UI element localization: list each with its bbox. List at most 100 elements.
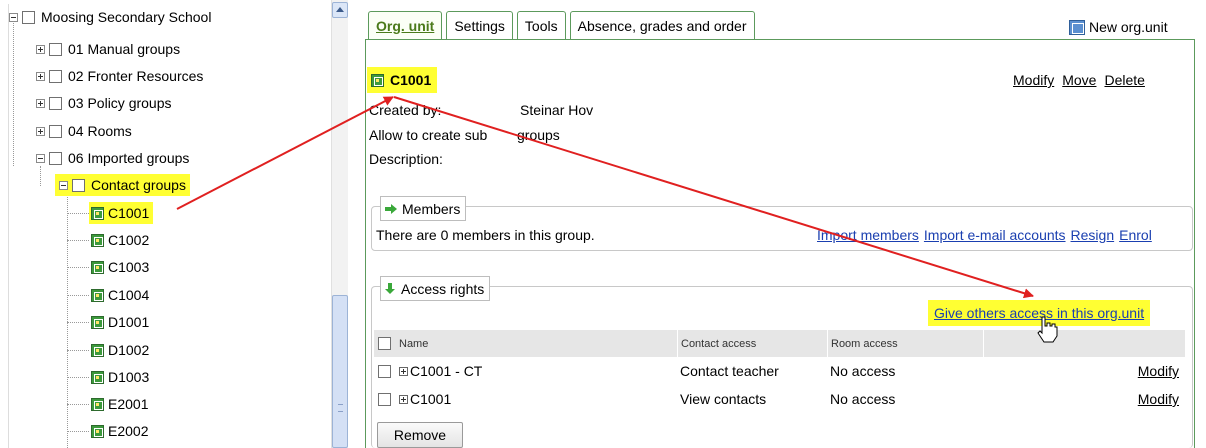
tree-item-contact-groups[interactable]: Contact groups	[55, 174, 190, 196]
collapse-icon[interactable]	[59, 180, 68, 190]
allow-sub-value: groups	[517, 127, 560, 143]
group-icon	[91, 260, 104, 274]
tree-checkbox[interactable]	[49, 42, 62, 56]
enrol-link[interactable]: Enrol	[1119, 227, 1152, 243]
room-access-cell: No access	[830, 363, 896, 379]
row-actions: Modify	[983, 357, 1185, 385]
group-icon	[91, 397, 104, 411]
group-icon	[91, 315, 104, 329]
tree-group-d1001[interactable]: D1001	[91, 311, 149, 333]
tree-item-label: Contact groups	[91, 177, 186, 193]
expand-icon[interactable]	[399, 394, 408, 404]
tree-checkbox[interactable]	[49, 124, 62, 138]
tree-item-folder-3[interactable]: 03 Policy groups	[36, 92, 172, 114]
tree-guide-line	[67, 350, 89, 351]
tree-checkbox[interactable]	[22, 10, 35, 24]
select-all-checkbox[interactable]	[378, 337, 391, 350]
tree-item-label: D1001	[108, 314, 150, 330]
row-modify-link[interactable]: Modify	[1138, 363, 1179, 379]
row-modify-link[interactable]: Modify	[1138, 391, 1179, 407]
expand-icon[interactable]	[36, 98, 45, 108]
import-members-link[interactable]: Import members	[817, 227, 919, 243]
tab-absence-grades-order[interactable]: Absence, grades and order	[569, 11, 755, 39]
row-name: C1001 - CT	[410, 363, 483, 379]
tree-guide-line	[67, 322, 89, 323]
org-tree: Moosing Secondary School 01 Manual group…	[8, 4, 353, 448]
tab-settings[interactable]: Settings	[446, 11, 513, 39]
tree-group-c1002[interactable]: C1002	[91, 229, 149, 251]
row-checkbox[interactable]	[378, 364, 391, 378]
move-link[interactable]: Move	[1062, 72, 1096, 88]
tree-root[interactable]: Moosing Secondary School	[9, 6, 211, 28]
tree-group-e2002[interactable]: E2002	[91, 420, 148, 442]
members-links: Import members Import e-mail accounts Re…	[817, 227, 1152, 243]
tree-guide-line	[67, 295, 89, 296]
tree-guide-line	[67, 377, 89, 378]
collapse-icon[interactable]	[36, 153, 45, 163]
tab-org-unit[interactable]: Org. unit	[368, 11, 443, 39]
row-checkbox[interactable]	[378, 392, 391, 406]
arrow-right-icon	[385, 203, 397, 214]
tree-checkbox[interactable]	[49, 96, 62, 110]
tree-item-label: 01 Manual groups	[68, 41, 181, 57]
tree-group-d1002[interactable]: D1002	[91, 339, 149, 361]
tree-root-label: Moosing Secondary School	[41, 9, 212, 25]
members-legend[interactable]: Members	[380, 196, 467, 221]
tree-item-label: 04 Rooms	[68, 123, 132, 139]
tree-item-label: C1003	[108, 259, 150, 275]
resign-link[interactable]: Resign	[1071, 227, 1115, 243]
contact-access-cell: Contact teacher	[680, 363, 779, 379]
tree-item-label: 03 Policy groups	[68, 95, 172, 111]
tree-checkbox[interactable]	[49, 69, 62, 83]
remove-button[interactable]: Remove	[377, 422, 463, 448]
scroll-thumb[interactable]	[332, 295, 348, 448]
modify-link[interactable]: Modify	[1013, 72, 1054, 88]
expand-icon[interactable]	[36, 71, 45, 81]
collapse-icon[interactable]	[9, 12, 18, 22]
access-rights-legend[interactable]: Access rights	[380, 276, 491, 301]
tree-item-label: D1003	[108, 369, 150, 385]
tree-item-label: E2001	[108, 396, 149, 412]
members-status: There are 0 members in this group.	[376, 227, 595, 243]
members-legend-label: Members	[402, 200, 461, 217]
expand-icon[interactable]	[399, 366, 408, 376]
tree-group-c1004[interactable]: C1004	[91, 284, 149, 306]
unit-title: C1001	[367, 67, 438, 93]
expand-icon[interactable]	[36, 126, 45, 136]
new-org-unit-link[interactable]: New org.unit	[1069, 19, 1168, 35]
expand-icon[interactable]	[36, 44, 45, 54]
tree-item-folder-5[interactable]: 06 Imported groups	[36, 147, 189, 169]
group-icon	[91, 343, 104, 357]
give-access-link[interactable]: Give others access in this org.unit	[928, 300, 1151, 326]
name-cell: C1001 - CT	[374, 363, 677, 379]
tree-checkbox[interactable]	[72, 178, 85, 192]
tab-tools[interactable]: Tools	[516, 11, 566, 39]
tree-guide-line	[67, 267, 89, 268]
group-icon	[371, 73, 384, 87]
tree-group-c1001[interactable]: C1001	[89, 202, 154, 224]
created-by-label: Created by:	[369, 102, 442, 118]
unit-title-text: C1001	[390, 72, 432, 88]
row-name: C1001	[410, 391, 452, 407]
new-org-unit-label: New org.unit	[1089, 19, 1168, 35]
new-org-unit-icon	[1069, 19, 1085, 35]
scroll-up-icon[interactable]	[332, 2, 348, 18]
tree-item-folder-4[interactable]: 04 Rooms	[36, 120, 132, 142]
tree-checkbox[interactable]	[49, 151, 62, 165]
tree-item-folder-2[interactable]: 02 Fronter Resources	[36, 65, 203, 87]
delete-link[interactable]: Delete	[1104, 72, 1144, 88]
tree-group-d1003[interactable]: D1003	[91, 366, 149, 388]
actions-header	[983, 330, 1185, 357]
room-access-cell: No access	[830, 391, 896, 407]
name-column-label: Name	[399, 337, 429, 350]
tree-group-e2001[interactable]: E2001	[91, 393, 148, 415]
tree-item-label: C1001	[108, 205, 150, 221]
tree-item-folder-1[interactable]: 01 Manual groups	[36, 38, 180, 60]
name-cell: C1001	[374, 391, 677, 407]
tree-guide-line	[67, 213, 89, 214]
tree-group-c1003[interactable]: C1003	[91, 256, 149, 278]
tree-scrollbar[interactable]	[331, 0, 348, 448]
room-access-header: Room access	[827, 330, 983, 357]
group-icon	[91, 370, 104, 384]
import-email-accounts-link[interactable]: Import e-mail accounts	[924, 227, 1066, 243]
